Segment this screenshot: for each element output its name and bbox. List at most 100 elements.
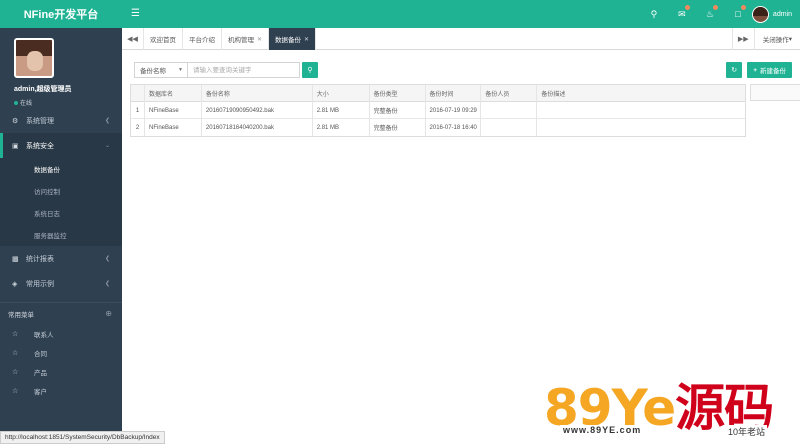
close-icon[interactable]: ✕ xyxy=(257,36,262,43)
sidebar-item-examples[interactable]: ◈ 常用示例 ❮ xyxy=(0,271,122,296)
gear-icon: ⚙ xyxy=(12,117,19,125)
header-backup-user[interactable]: 备份人员 xyxy=(481,85,538,102)
favorite-item-customers[interactable]: ☆ 客户 xyxy=(0,381,122,400)
watermark-tag: 10年老站 xyxy=(726,425,768,438)
chevron-down-icon: ⌄ xyxy=(104,143,110,149)
star-icon: ☆ xyxy=(12,368,19,376)
cell-backup-type: 完整备份 xyxy=(370,102,426,119)
header-username[interactable]: admin xyxy=(773,11,792,18)
search-icon[interactable]: ⚲ xyxy=(640,0,668,28)
monitor-icon: ▣ xyxy=(12,142,19,150)
search-toolbar: 备份名称 ▼ ⚲ xyxy=(134,62,318,78)
chart-icon: ▩ xyxy=(12,255,19,263)
new-backup-button[interactable]: + 新建备份 xyxy=(747,62,792,78)
tab-data-backup[interactable]: 数据备份 ✕ xyxy=(269,28,317,50)
header-backup-name[interactable]: 备份名称 xyxy=(202,85,313,102)
status-dot-icon xyxy=(14,101,18,106)
sidebar: admin,超级管理员 在线 ⚙ 系统管理 ❮ ▣ 系统安全 ⌄ 数据备份 访问… xyxy=(0,28,122,444)
cell-size: 2.81 MB xyxy=(313,102,370,119)
browser-status-url: http://localhost:1851/SystemSecurity/DbB… xyxy=(0,431,165,444)
header-index xyxy=(131,85,145,102)
sidebar-item-system-management[interactable]: ⚙ 系统管理 ❮ xyxy=(0,108,122,133)
message-icon[interactable]: □ xyxy=(724,0,752,28)
online-status: 在线 xyxy=(14,98,122,107)
sidebar-subitem-access-control[interactable]: 访问控制 xyxy=(0,180,122,202)
cell-size: 2.81 MB xyxy=(313,119,370,136)
chevron-left-icon: ❮ xyxy=(104,281,110,287)
cell-backup-desc xyxy=(537,102,745,119)
cell-backup-name: 20160719090950492.bak xyxy=(202,102,313,119)
tag-icon: ◈ xyxy=(12,280,18,288)
star-icon: ☆ xyxy=(12,330,19,338)
notification-badge xyxy=(740,5,746,10)
cell-db-name: NFineBase xyxy=(145,102,202,119)
grid-actions: ↻ + 新建备份 xyxy=(726,62,792,78)
avatar[interactable] xyxy=(14,38,54,78)
watermark-url: www.89YE.com xyxy=(560,425,645,435)
cell-backup-time: 2016-07-18 16:40 xyxy=(426,119,482,136)
user-profile: admin,超级管理员 在线 xyxy=(0,28,122,108)
star-icon: ☆ xyxy=(12,349,19,357)
row-index: 1 xyxy=(131,102,145,119)
plus-icon: + xyxy=(753,66,757,74)
chevron-left-icon: ❮ xyxy=(104,256,110,262)
search-button[interactable]: ⚲ xyxy=(302,62,318,78)
sidebar-subitem-system-log[interactable]: 系统日志 xyxy=(0,202,122,224)
sidebar-item-reports[interactable]: ▩ 统计报表 ❮ xyxy=(0,246,122,271)
profile-name[interactable]: admin,超级管理员 xyxy=(14,84,122,94)
table-header: 数据库名 备份名称 大小 备份类型 备份时间 备份人员 备份描述 xyxy=(131,85,745,102)
watermark-logo: 89Ye源码 www.89YE.com 10年老站 xyxy=(540,368,800,444)
close-operations-dropdown[interactable]: 关闭操作 ▾ xyxy=(753,28,800,50)
header-size[interactable]: 大小 xyxy=(313,85,370,102)
avatar[interactable] xyxy=(751,5,769,23)
notification-badge xyxy=(712,5,718,10)
bell-icon[interactable]: ♨ xyxy=(696,0,724,28)
cell-backup-time: 2016-07-19 09:29 xyxy=(426,102,482,119)
header-db-name[interactable]: 数据库名 xyxy=(145,85,202,102)
sidebar-subnav: 数据备份 访问控制 系统日志 服务器监控 xyxy=(0,158,122,246)
tab-platform-intro[interactable]: 平台介绍 xyxy=(183,28,222,50)
tabs-scroll-left-icon[interactable]: ◀◀ xyxy=(122,28,144,50)
envelope-icon[interactable]: ✉ xyxy=(668,0,696,28)
refresh-icon: ↻ xyxy=(731,67,738,74)
cell-db-name: NFineBase xyxy=(145,119,202,136)
favorite-item-contracts[interactable]: ☆ 合同 xyxy=(0,343,122,362)
chevron-left-icon: ❮ xyxy=(104,118,110,124)
favorites-title: 常用菜单 ⊕ xyxy=(0,302,122,324)
brand-title[interactable]: NFine开发平台 xyxy=(0,0,122,28)
tab-org-management[interactable]: 机构管理 ✕ xyxy=(222,28,270,50)
tab-list: 欢迎首页 平台介绍 机构管理 ✕ 数据备份 ✕ xyxy=(144,28,317,50)
table-row[interactable]: 2 NFineBase 20160718164040200.bak 2.81 M… xyxy=(131,119,745,136)
refresh-button[interactable]: ↻ xyxy=(726,62,743,78)
header-backup-type[interactable]: 备份类型 xyxy=(370,85,426,102)
tabs-scroll-right-icon[interactable]: ▶▶ xyxy=(731,28,754,50)
star-icon: ☆ xyxy=(12,387,19,395)
close-icon[interactable]: ✕ xyxy=(304,36,309,43)
caret-down-icon: ▼ xyxy=(178,67,183,73)
favorite-item-products[interactable]: ☆ 产品 xyxy=(0,362,122,381)
row-index: 2 xyxy=(131,119,145,136)
tabs-right-controls: ▶▶ 关闭操作 ▾ xyxy=(731,28,800,50)
sidebar-subitem-data-backup[interactable]: 数据备份 xyxy=(0,158,122,180)
cell-backup-user xyxy=(481,119,538,136)
tabs-bar: ◀◀ 欢迎首页 平台介绍 机构管理 ✕ 数据备份 ✕ ▶▶ 关闭操作 ▾ xyxy=(122,28,800,50)
tab-welcome[interactable]: 欢迎首页 xyxy=(144,28,183,50)
header-backup-time[interactable]: 备份时间 xyxy=(426,85,482,102)
search-field-select[interactable]: 备份名称 ▼ xyxy=(134,62,188,78)
grid-column-filler xyxy=(750,84,800,101)
cell-backup-type: 完整备份 xyxy=(370,119,426,136)
search-input[interactable] xyxy=(188,62,300,78)
sidebar-nav: ⚙ 系统管理 ❮ ▣ 系统安全 ⌄ 数据备份 访问控制 系统日志 服务器监控 ▩… xyxy=(0,108,122,296)
header-icons: ⚲ ✉ ♨ □ admin xyxy=(640,0,800,28)
backup-table: 数据库名 备份名称 大小 备份类型 备份时间 备份人员 备份描述 1 NFine… xyxy=(130,84,746,137)
table-row[interactable]: 1 NFineBase 20160719090950492.bak 2.81 M… xyxy=(131,102,745,119)
sidebar-subitem-server-monitor[interactable]: 服务器监控 xyxy=(0,224,122,246)
sidebar-item-system-security[interactable]: ▣ 系统安全 ⌄ xyxy=(0,133,122,158)
cell-backup-desc xyxy=(537,119,745,136)
favorite-item-contacts[interactable]: ☆ 联系人 xyxy=(0,324,122,343)
cell-backup-name: 20160718164040200.bak xyxy=(202,119,313,136)
search-icon: ⚲ xyxy=(307,67,313,74)
hamburger-icon[interactable]: ☰ xyxy=(131,8,140,19)
header-backup-desc[interactable]: 备份描述 xyxy=(537,85,745,102)
add-favorite-icon[interactable]: ⊕ xyxy=(105,309,112,318)
